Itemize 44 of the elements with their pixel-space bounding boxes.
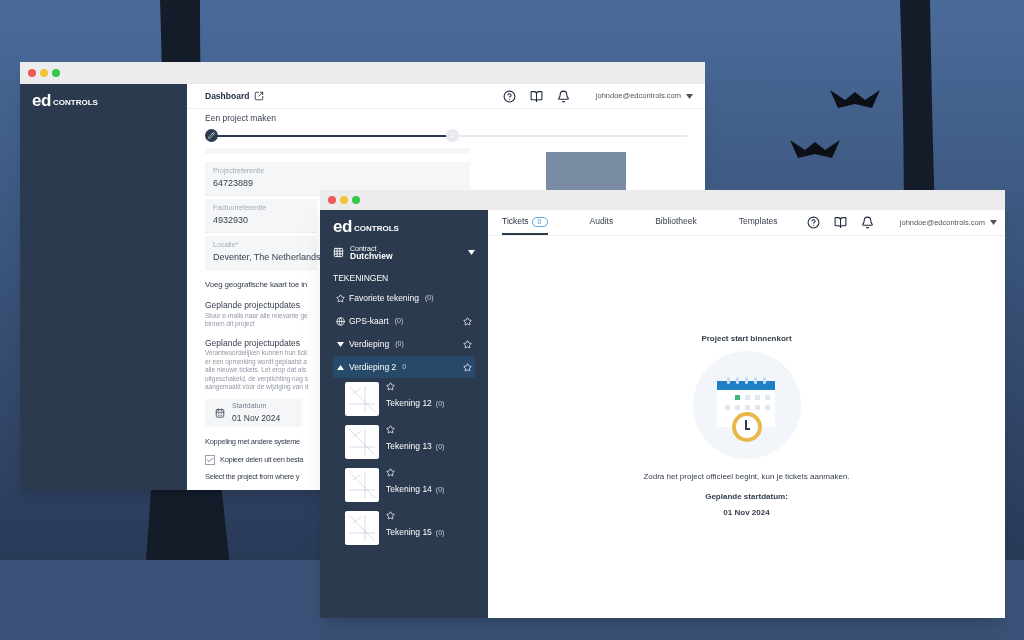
tab[interactable]: Bibliotheek [655, 210, 697, 235]
star-icon[interactable] [463, 339, 472, 349]
caret-icon [468, 250, 475, 256]
blueprint-thumbnail[interactable] [345, 468, 379, 503]
bell-icon[interactable] [860, 216, 874, 229]
caret-icon [686, 93, 693, 99]
grid-icon [333, 247, 344, 259]
start-date: 01 Nov 2024 [723, 507, 770, 519]
empty-state-title: Project start binnenkort [701, 333, 792, 345]
section-title: Geplande projectupdates [205, 298, 300, 312]
caret-icon [337, 364, 344, 370]
star-icon[interactable] [463, 362, 472, 372]
tab[interactable]: Templates [738, 210, 778, 235]
section-title: Geplande projectupdates [205, 336, 300, 350]
star-icon[interactable] [386, 382, 395, 392]
logo: ed CONTROLS [333, 218, 400, 235]
star-icon[interactable] [386, 511, 395, 521]
help-icon[interactable] [806, 216, 820, 229]
calendar-icon [215, 407, 225, 418]
star-icon[interactable] [386, 425, 395, 435]
empty-state-message: Zodra het project officieel begint, kun je tickets aanmaken. [643, 471, 850, 483]
bell-icon[interactable] [556, 89, 570, 103]
step-edit-icon [205, 129, 218, 143]
start-date-label: Geplande startdatum: [705, 491, 788, 503]
star-icon[interactable] [463, 316, 472, 326]
tab[interactable]: Audits [589, 210, 614, 235]
blueprint-thumbnail[interactable] [345, 382, 379, 417]
caret-icon [990, 220, 997, 225]
map-option-text: Voeg geografische kaart toe in [205, 278, 308, 291]
globe-icon [336, 316, 345, 326]
checkbox[interactable] [205, 454, 215, 465]
help-icon[interactable] [502, 89, 516, 103]
page-title: Dashboard [205, 89, 250, 103]
caret-icon [337, 341, 344, 347]
section-heading: TEKENINGEN [333, 271, 390, 285]
form-title: Een project maken [205, 112, 277, 125]
blueprint-thumbnail[interactable] [345, 425, 379, 460]
book-icon[interactable] [529, 89, 543, 103]
logo: ed CONTROLS [32, 92, 99, 109]
blueprint-thumbnail[interactable] [345, 511, 379, 546]
book-icon[interactable] [833, 216, 847, 229]
external-link-icon[interactable] [254, 91, 265, 101]
star-icon [336, 293, 345, 303]
star-icon[interactable] [386, 468, 395, 478]
